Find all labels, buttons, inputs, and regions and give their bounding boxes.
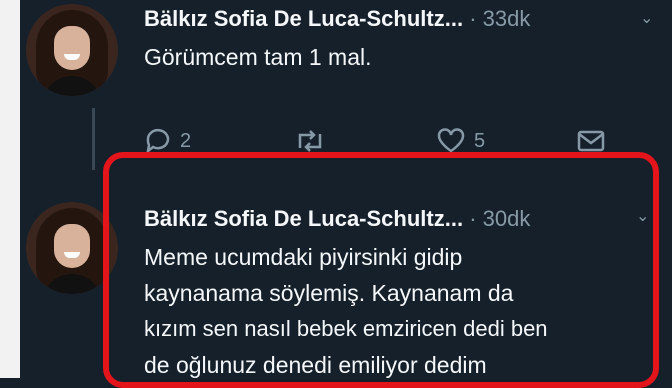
reply-icon: [144, 128, 172, 154]
thread-line: [92, 108, 95, 170]
avatar[interactable]: [26, 4, 118, 96]
retweet-button[interactable]: [294, 128, 326, 154]
avatar-face: [54, 26, 90, 70]
reply-button[interactable]: 2: [144, 128, 191, 154]
tweet-text: Görümcem tam 1 mal.: [144, 44, 372, 70]
retweet-icon: [294, 128, 326, 154]
avatar-face: [54, 224, 90, 268]
tweet-header: Bälkız Sofia De Luca-Schultz... · 33dk: [144, 6, 530, 32]
like-icon: [436, 128, 466, 154]
author-name[interactable]: Bälkız Sofia De Luca-Schultz...: [144, 6, 463, 31]
separator: ·: [469, 6, 477, 31]
chevron-down-icon[interactable]: ⌄: [640, 8, 653, 28]
tweet-1[interactable]: Bälkız Sofia De Luca-Schultz... · 33dk ⌄…: [20, 0, 672, 170]
reply-count: 2: [180, 129, 192, 152]
like-button[interactable]: 5: [436, 128, 485, 154]
red-highlight-box: [103, 152, 659, 388]
share-icon: [576, 128, 606, 154]
like-count: 5: [474, 129, 486, 152]
share-button[interactable]: [576, 128, 606, 154]
left-edge: [0, 0, 20, 378]
timestamp[interactable]: 33dk: [483, 6, 531, 31]
